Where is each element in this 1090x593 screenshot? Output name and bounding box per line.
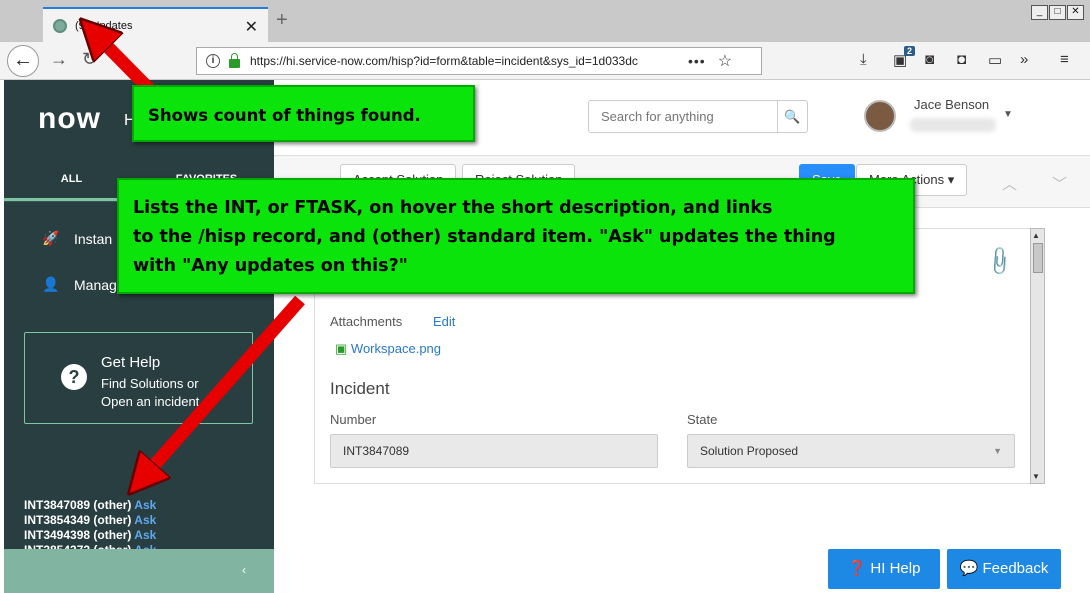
- record-type-link[interactable]: (other): [93, 513, 131, 527]
- info-icon[interactable]: i: [206, 54, 220, 68]
- get-help-card[interactable]: ? Get Help Find Solutions or Open an inc…: [24, 332, 253, 424]
- user-subtitle-redacted: [910, 118, 996, 132]
- get-help-line1: Find Solutions or: [101, 376, 199, 391]
- list-item: INT3494398 (other) Ask: [24, 528, 156, 543]
- callout-line-1: Lists the INT, or FTASK, on hover the sh…: [133, 198, 773, 218]
- next-record-icon[interactable]: ﹀: [1052, 173, 1067, 194]
- window-controls: _ □ ✕: [1031, 5, 1084, 20]
- annotation-callout-count: Shows count of things found.: [132, 85, 475, 142]
- user-icon: 👤: [42, 276, 60, 292]
- vertical-scrollbar[interactable]: ▲ ▼: [1030, 228, 1045, 484]
- image-file-icon: ▣: [335, 341, 348, 356]
- extension3-icon[interactable]: ◘: [957, 51, 966, 68]
- sidebar-item-manage[interactable]: 👤 Manag: [40, 276, 117, 293]
- scroll-up-icon[interactable]: ▲: [1032, 231, 1040, 240]
- url-text[interactable]: https://hi.service-now.com/hisp?id=form&…: [250, 54, 680, 68]
- ask-link[interactable]: Ask: [134, 528, 156, 542]
- get-help-subtitle: Find Solutions or Open an incident: [101, 375, 199, 411]
- sidebar-footer: ‹: [4, 549, 274, 593]
- attachment-file-name: Workspace.png: [350, 341, 442, 356]
- maximize-button[interactable]: □: [1049, 5, 1066, 20]
- sidebar: now H ALL FAVORITES 🚀 Instan 👤 Manag ? G…: [4, 80, 274, 593]
- tab-favicon-icon: [53, 18, 67, 33]
- sidebar-item-label: Manag: [74, 276, 117, 293]
- back-button[interactable]: ←: [7, 45, 39, 77]
- reload-icon[interactable]: ↻: [82, 49, 97, 70]
- record-type-link[interactable]: (other): [93, 498, 131, 512]
- user-name[interactable]: Jace Benson: [914, 97, 989, 112]
- hi-help-label: HI Help: [870, 560, 921, 577]
- page-actions-icon[interactable]: •••: [688, 53, 706, 69]
- sidebar-item-label: Instan: [74, 230, 113, 247]
- rocket-icon: 🚀: [42, 230, 60, 246]
- overflow-icon[interactable]: »: [1020, 51, 1028, 68]
- paperclip-icon[interactable]: 📎: [982, 244, 1017, 279]
- hi-help-button[interactable]: ❓ HI Help: [828, 549, 940, 589]
- section-title: Incident: [330, 379, 390, 398]
- get-help-line2: Open an incident: [101, 394, 200, 409]
- minimize-button[interactable]: _: [1031, 5, 1048, 20]
- screenshot-root: { "browser": { "tab_title": "(9) Updates…: [0, 0, 1090, 593]
- bookmark-star-icon[interactable]: ☆: [718, 51, 732, 71]
- state-select[interactable]: Solution Proposed ▼: [687, 434, 1015, 468]
- avatar[interactable]: [864, 100, 896, 132]
- sidebar-item-instance[interactable]: 🚀 Instan: [40, 230, 112, 247]
- record-type-link[interactable]: (other): [93, 528, 131, 542]
- feedback-label: Feedback: [982, 560, 1049, 577]
- callout-line-2: to the /hisp record, and (other) standar…: [133, 227, 836, 247]
- list-item: INT3847089 (other) Ask: [24, 498, 156, 513]
- extension-badge: 2: [904, 46, 916, 56]
- chevron-down-icon: ▼: [993, 446, 1002, 456]
- record-id-link[interactable]: INT3494398: [24, 528, 90, 542]
- url-bar[interactable]: i https://hi.service-now.com/hisp?id=for…: [196, 47, 762, 75]
- question-icon: ?: [61, 364, 87, 390]
- scroll-down-icon[interactable]: ▼: [1032, 472, 1040, 481]
- record-id-link[interactable]: INT3847089: [24, 498, 90, 512]
- servicenow-logo: now: [38, 102, 101, 135]
- menu-icon[interactable]: ≡: [1060, 51, 1069, 68]
- tab-close-icon[interactable]: ✕: [245, 17, 258, 37]
- scrollbar-thumb[interactable]: [1033, 243, 1043, 273]
- ask-link[interactable]: Ask: [134, 498, 156, 512]
- close-window-button[interactable]: ✕: [1067, 5, 1084, 20]
- lock-icon: [229, 52, 240, 68]
- collapse-sidebar-icon[interactable]: ‹: [242, 563, 246, 577]
- forward-icon[interactable]: →: [50, 49, 68, 70]
- state-label: State: [687, 412, 718, 427]
- record-id-link[interactable]: INT3854349: [24, 513, 90, 527]
- state-value: Solution Proposed: [700, 444, 799, 458]
- previous-record-icon[interactable]: ︿: [1002, 173, 1017, 194]
- search-input[interactable]: [589, 101, 777, 132]
- number-field[interactable]: INT3847089: [330, 434, 658, 468]
- browser-tab-strip: (9) Updates ✕ + _ □ ✕: [0, 0, 1090, 42]
- chat-icon: 💬: [959, 560, 979, 577]
- help-circle-icon: ❓: [847, 560, 867, 577]
- browser-tab[interactable]: (9) Updates ✕: [43, 7, 268, 42]
- number-label: Number: [330, 412, 377, 427]
- window-icon[interactable]: ▭: [988, 51, 1002, 69]
- search-box: 🔍: [588, 100, 808, 133]
- callout-line-3: with "Any updates on this?": [133, 256, 408, 276]
- search-icon[interactable]: 🔍: [777, 101, 807, 132]
- feedback-button[interactable]: 💬 Feedback: [947, 549, 1061, 589]
- annotation-callout-list: Lists the INT, or FTASK, on hover the sh…: [117, 178, 915, 294]
- browser-nav-bar: ← → ↻ i https://hi.service-now.com/hisp?…: [0, 42, 1090, 80]
- download-icon[interactable]: ⤓: [860, 51, 867, 68]
- extension2-icon[interactable]: ◙: [925, 51, 934, 68]
- edit-attachments-link[interactable]: Edit: [433, 314, 455, 329]
- chevron-down-icon[interactable]: ▼: [1003, 109, 1013, 120]
- new-tab-icon[interactable]: +: [276, 9, 288, 32]
- ask-link[interactable]: Ask: [134, 513, 156, 527]
- attachment-file-link[interactable]: ▣ Workspace.png: [335, 341, 441, 357]
- attachments-label: Attachments: [330, 314, 403, 329]
- list-item: INT3854349 (other) Ask: [24, 513, 156, 528]
- get-help-title: Get Help: [101, 354, 161, 371]
- tab-title: (9) Updates: [75, 19, 133, 32]
